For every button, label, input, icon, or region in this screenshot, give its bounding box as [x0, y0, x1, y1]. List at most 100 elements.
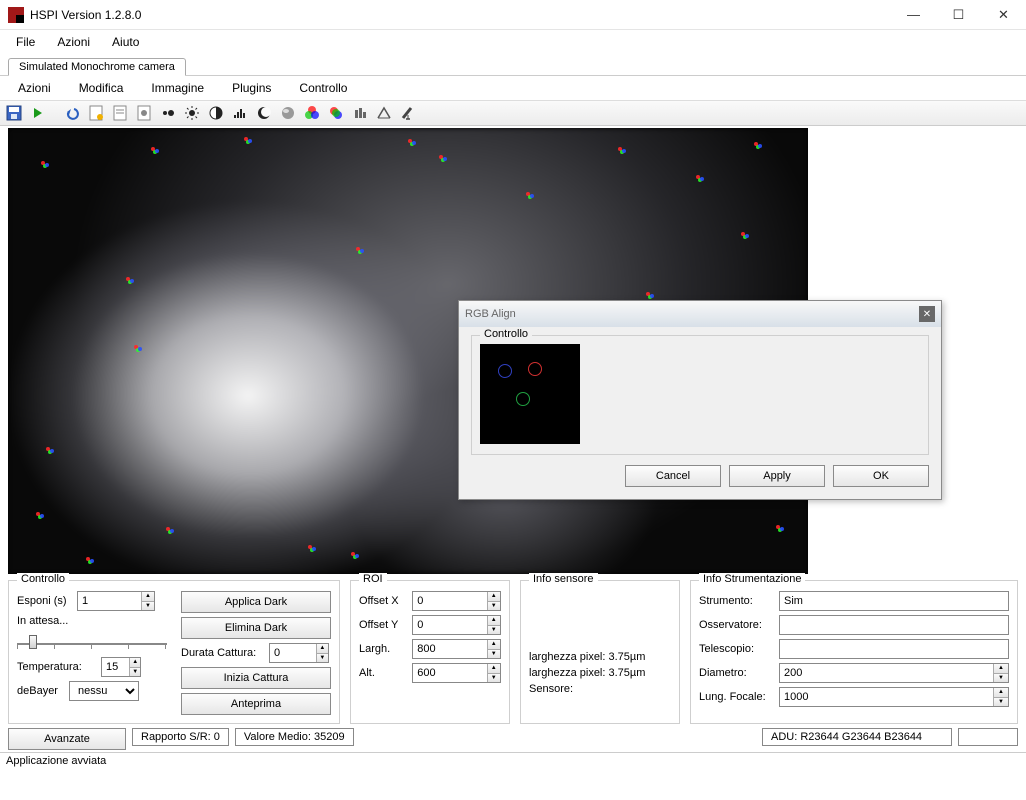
strumento-input[interactable] [779, 591, 1009, 611]
rgb-align-dialog: RGB Align ✕ Controllo Cancel Apply OK [458, 300, 942, 500]
submenu-controllo[interactable]: Controllo [287, 79, 359, 97]
durata-cattura-label: Durata Cattura: [181, 647, 265, 659]
anteprima-button[interactable]: Anteprima [181, 693, 331, 715]
moon-icon[interactable] [254, 103, 274, 123]
dialog-cancel-button[interactable]: Cancel [625, 465, 721, 487]
valore-medio-status: Valore Medio: 35209 [235, 728, 354, 746]
submenu-azioni[interactable]: Azioni [6, 79, 63, 97]
applica-dark-button[interactable]: Applica Dark [181, 591, 331, 613]
largh-input[interactable]: ▲▼ [412, 639, 501, 659]
lung-focale-input[interactable]: ▲▼ [779, 687, 1009, 707]
rgb-red-marker[interactable] [528, 362, 542, 376]
telescope-icon[interactable] [398, 103, 418, 123]
dialog-ok-button[interactable]: OK [833, 465, 929, 487]
exposure-slider[interactable] [17, 631, 167, 651]
elimina-dark-button[interactable]: Elimina Dark [181, 617, 331, 639]
close-button[interactable]: ✕ [981, 0, 1026, 30]
durata-cattura-input[interactable]: ▲▼ [269, 643, 329, 663]
debayer-select[interactable]: nessu [69, 681, 139, 701]
alt-input[interactable]: ▲▼ [412, 663, 501, 683]
alt-label: Alt. [359, 667, 408, 679]
submenu-modifica[interactable]: Modifica [67, 79, 136, 97]
dialog-group-legend: Controllo [480, 328, 532, 340]
group-controllo-legend: Controllo [17, 573, 69, 585]
sphere-icon[interactable] [278, 103, 298, 123]
dialog-apply-button[interactable]: Apply [729, 465, 825, 487]
telescopio-label: Telescopio: [699, 643, 775, 655]
osservatore-label: Osservatore: [699, 619, 775, 631]
adu-status: ADU: R23644 G23644 B23644 [762, 728, 952, 746]
status-empty [958, 728, 1018, 746]
debayer-label: deBayer [17, 685, 65, 697]
tabs-row: Simulated Monochrome camera [0, 54, 1026, 76]
esponi-input[interactable]: ▲▼ [77, 591, 155, 611]
dialog-titlebar[interactable]: RGB Align ✕ [459, 301, 941, 327]
menu-aiuto[interactable]: Aiuto [102, 33, 149, 51]
in-attesa-label: In attesa... [17, 615, 68, 627]
doc-config-icon[interactable] [134, 103, 154, 123]
diametro-input[interactable]: ▲▼ [779, 663, 1009, 683]
offsetx-label: Offset X [359, 595, 408, 607]
app-icon [8, 7, 24, 23]
menu-bar-sub: Azioni Modifica Immagine Plugins Control… [0, 76, 1026, 100]
osservatore-input[interactable] [779, 615, 1009, 635]
submenu-plugins[interactable]: Plugins [220, 79, 283, 97]
play-icon[interactable] [28, 103, 48, 123]
dialog-control-group: Controllo [471, 335, 929, 455]
minimize-button[interactable]: — [891, 0, 936, 30]
submenu-immagine[interactable]: Immagine [139, 79, 216, 97]
footer-status: Applicazione avviata [0, 752, 1026, 769]
temperatura-label: Temperatura: [17, 661, 97, 673]
focus-icon[interactable] [158, 103, 178, 123]
rgb-preview[interactable] [480, 344, 580, 444]
group-info-strumentazione: Info Strumentazione Strumento: Osservato… [690, 580, 1018, 724]
temperatura-input[interactable]: ▲▼ [101, 657, 141, 677]
undo-icon[interactable] [62, 103, 82, 123]
larghezza-pixel-1: larghezza pixel: 3.75µm [529, 651, 671, 663]
spin-down-icon[interactable]: ▼ [142, 602, 154, 611]
group-info-sensore-legend: Info sensore [529, 573, 598, 585]
group-roi: ROI Offset X▲▼ Offset Y▲▼ Largh.▲▼ Alt.▲… [350, 580, 510, 724]
diametro-label: Diametro: [699, 667, 775, 679]
strumento-label: Strumento: [699, 595, 775, 607]
larghezza-pixel-2: larghezza pixel: 3.75µm [529, 667, 671, 679]
levels-icon[interactable] [230, 103, 250, 123]
window-title: HSPI Version 1.2.8.0 [30, 8, 891, 22]
histogram-icon[interactable] [350, 103, 370, 123]
rgb-blue-marker[interactable] [498, 364, 512, 378]
rgb-align-icon[interactable] [326, 103, 346, 123]
group-roi-legend: ROI [359, 573, 387, 585]
titlebar: HSPI Version 1.2.8.0 — ☐ ✕ [0, 0, 1026, 30]
avanzate-button[interactable]: Avanzate [8, 728, 126, 750]
save-icon[interactable] [4, 103, 24, 123]
esponi-label: Esponi (s) [17, 595, 73, 607]
document-icon[interactable] [110, 103, 130, 123]
rgb-icon[interactable] [302, 103, 322, 123]
menu-bar-top: File Azioni Aiuto [0, 30, 1026, 54]
group-info-sensore: Info sensore larghezza pixel: 3.75µm lar… [520, 580, 680, 724]
sensore-label: Sensore: [529, 683, 671, 695]
largh-label: Largh. [359, 643, 408, 655]
telescopio-input[interactable] [779, 639, 1009, 659]
inizia-cattura-button[interactable]: Inizia Cattura [181, 667, 331, 689]
tab-camera[interactable]: Simulated Monochrome camera [8, 58, 186, 76]
toolbar [0, 100, 1026, 126]
group-controllo: Controllo Esponi (s) ▲▼ In attesa... Tem… [8, 580, 340, 724]
brightness-icon[interactable] [182, 103, 202, 123]
spin-up-icon[interactable]: ▲ [142, 592, 154, 602]
menu-file[interactable]: File [6, 33, 45, 51]
new-doc-icon[interactable] [86, 103, 106, 123]
measure-icon[interactable] [374, 103, 394, 123]
contrast-icon[interactable] [206, 103, 226, 123]
dialog-title: RGB Align [465, 308, 516, 320]
offsety-input[interactable]: ▲▼ [412, 615, 501, 635]
rapporto-sr-status: Rapporto S/R: 0 [132, 728, 229, 746]
offsetx-input[interactable]: ▲▼ [412, 591, 501, 611]
rgb-green-marker[interactable] [516, 392, 530, 406]
lung-focale-label: Lung. Focale: [699, 691, 775, 703]
maximize-button[interactable]: ☐ [936, 0, 981, 30]
dialog-close-button[interactable]: ✕ [919, 306, 935, 322]
offsety-label: Offset Y [359, 619, 408, 631]
group-info-strum-legend: Info Strumentazione [699, 573, 805, 585]
menu-azioni[interactable]: Azioni [47, 33, 100, 51]
